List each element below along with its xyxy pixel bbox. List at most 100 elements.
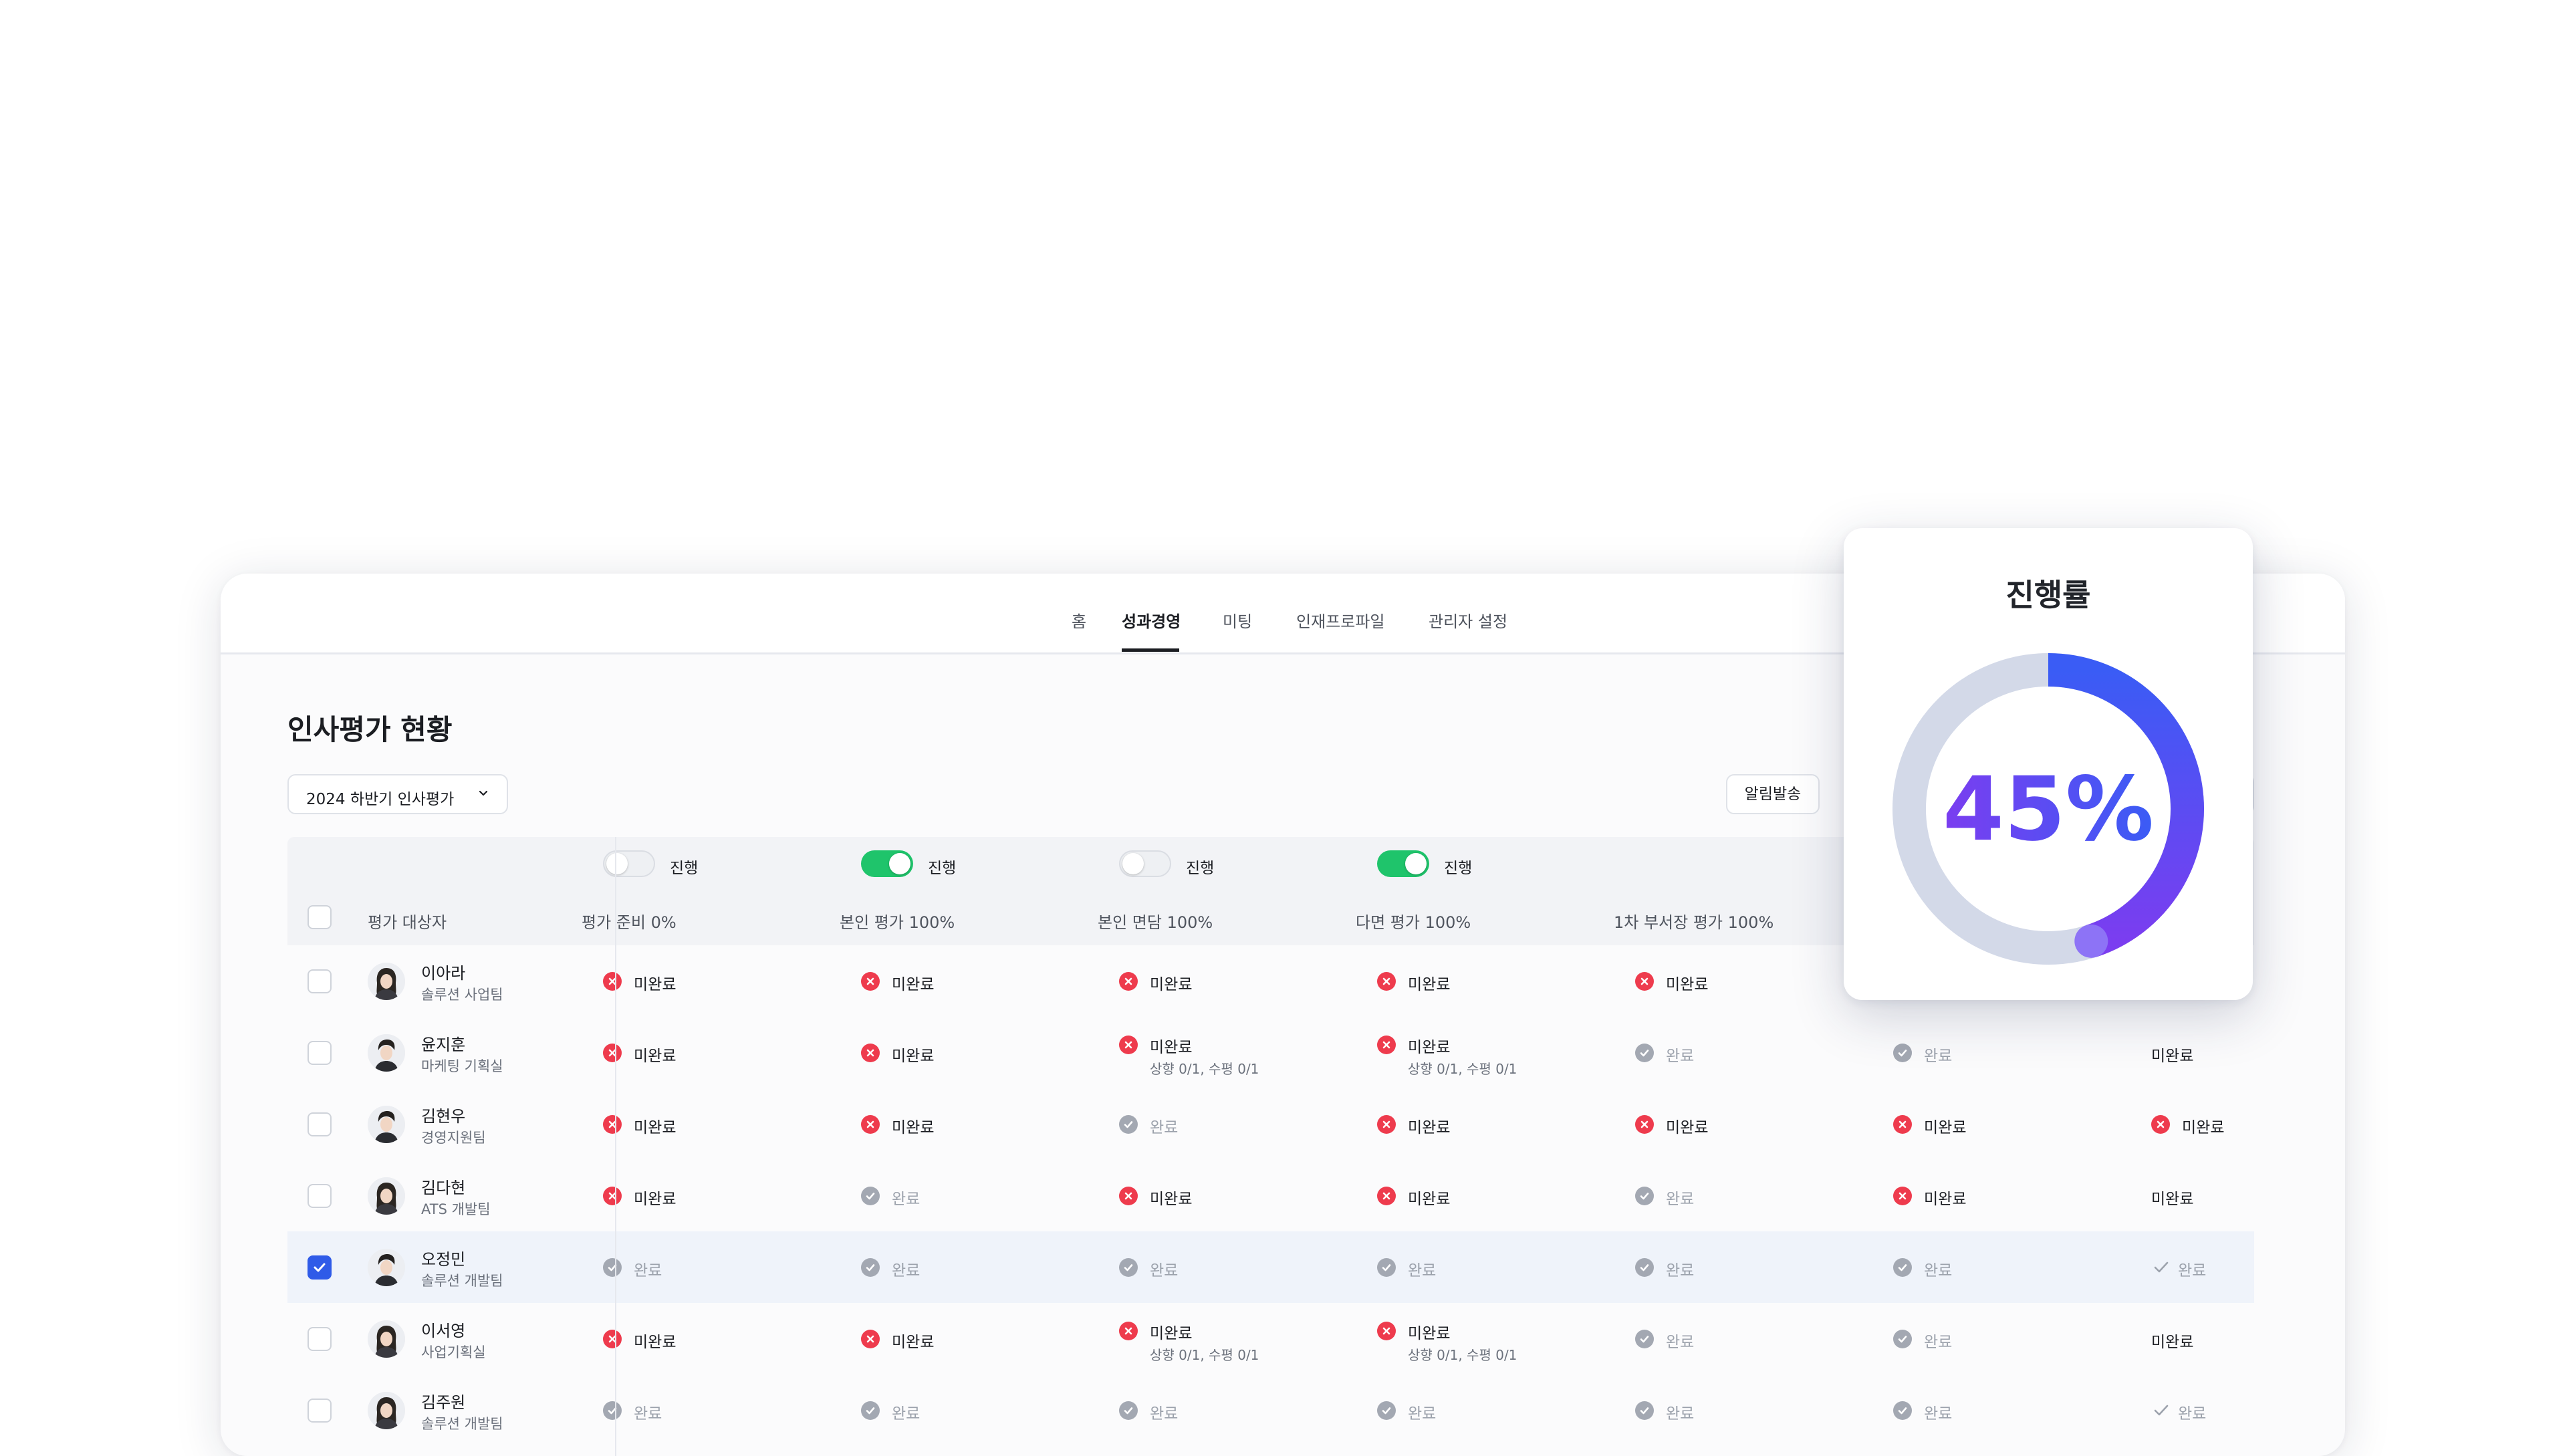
tab-performance[interactable]: 성과경영 [1122, 608, 1181, 632]
stage-header-4[interactable]: 다면 평가 100% [1356, 909, 1471, 933]
toggle-label: 진행 [1186, 860, 1215, 877]
send-notification-button[interactable]: 알림발송 [1726, 774, 1820, 814]
stage-header-3[interactable]: 본인 면담 100% [1098, 909, 1213, 933]
progress-card: 진행률 45% [1844, 528, 2253, 1000]
x-circle-icon [1377, 1115, 1396, 1134]
x-circle-icon [603, 1330, 622, 1348]
employee-name[interactable]: 이서영 [421, 1318, 465, 1341]
check-circle-icon [1893, 1044, 1912, 1062]
x-circle-icon [1119, 1187, 1138, 1205]
toggle-label: 진행 [670, 860, 699, 877]
x-circle-icon [2151, 1115, 2170, 1134]
toggle-switch[interactable] [861, 850, 913, 877]
x-circle-icon [1377, 972, 1396, 991]
chevron-down-icon [479, 790, 488, 796]
tab-home[interactable]: 홈 [1072, 608, 1086, 632]
employee-name[interactable]: 김다현 [421, 1175, 465, 1198]
status-label: 미완료 [1666, 1119, 1709, 1136]
tab-meeting[interactable]: 미팅 [1223, 608, 1252, 632]
row-checkbox[interactable] [308, 1184, 332, 1208]
table-row[interactable]: 이서영 사업기획실 미완료 미완료 미완료 상향 0/1, 수평 0/1 미완료 상향 0/1… [287, 1303, 2254, 1374]
x-circle-icon [1119, 1036, 1138, 1054]
toggle-switch[interactable] [1119, 850, 1171, 877]
row-checkbox[interactable] [308, 969, 332, 993]
stage-header-5[interactable]: 1차 부서장 평가 100% [1614, 909, 1774, 933]
status-detail: 상향 0/1, 수평 0/1 [1408, 1061, 1517, 1077]
status-label: 완료 [2178, 1405, 2207, 1423]
check-circle-icon [1635, 1330, 1654, 1348]
check-circle-icon [861, 1401, 880, 1420]
status-label: 미완료 [634, 1191, 677, 1208]
row-checkbox[interactable] [308, 1255, 332, 1280]
stage-header-1[interactable]: 평가 준비 0% [582, 909, 677, 933]
toggle-knob [1122, 853, 1144, 874]
x-circle-icon [603, 972, 622, 991]
status-label: 완료 [1666, 1048, 1695, 1065]
check-circle-icon [1893, 1401, 1912, 1420]
employee-name[interactable]: 오정민 [421, 1246, 465, 1269]
table-row[interactable]: 김주원 솔루션 개발팀 완료 완료 완료 완료 완료 완료 완료 [287, 1374, 2254, 1446]
check-circle-icon [1377, 1258, 1396, 1277]
toggle-label: 진행 [1444, 860, 1473, 877]
row-checkbox[interactable] [308, 1399, 332, 1423]
x-circle-icon [1119, 1322, 1138, 1340]
status-label: 미완료 [1150, 1325, 1193, 1342]
progress-knob [2074, 924, 2108, 958]
status-label: 완료 [1408, 1405, 1437, 1423]
employee-name[interactable]: 윤지훈 [421, 1032, 465, 1055]
table-row[interactable]: 오정민 솔루션 개발팀 완료 완료 완료 완료 완료 완료 완료 [287, 1231, 2254, 1303]
check-circle-icon [1893, 1330, 1912, 1348]
toggle-switch[interactable] [1377, 850, 1429, 877]
avatar [368, 1392, 405, 1429]
employee-department: 마케팅 기획실 [421, 1058, 503, 1074]
check-circle-icon [1635, 1187, 1654, 1205]
employee-name[interactable]: 이아라 [421, 960, 465, 983]
status-label: 완료 [1666, 1405, 1695, 1423]
x-circle-icon [603, 1187, 622, 1205]
employee-name[interactable]: 김주원 [421, 1389, 465, 1413]
period-select[interactable]: 2024 하반기 인사평가 [287, 774, 508, 814]
x-circle-icon [1377, 1187, 1396, 1205]
status-label: 완료 [1924, 1262, 1953, 1280]
status-label: 미완료 [1408, 1119, 1451, 1136]
status-label: 완료 [1666, 1191, 1695, 1208]
status-label: 미완료 [634, 976, 677, 993]
row-checkbox[interactable] [308, 1112, 332, 1136]
active-tab-indicator [1122, 648, 1179, 652]
status-label: 완료 [2178, 1262, 2207, 1280]
check-circle-icon [1635, 1258, 1654, 1277]
row-checkbox[interactable] [308, 1327, 332, 1351]
employee-name[interactable]: 김현우 [421, 1103, 465, 1126]
status-label: 완료 [634, 1405, 662, 1423]
check-icon [2154, 1261, 2169, 1273]
tab-talent-profile[interactable]: 인재프로파일 [1296, 608, 1384, 632]
stage-header-2[interactable]: 본인 평가 100% [840, 909, 955, 933]
status-label: 완료 [1150, 1262, 1179, 1280]
select-all-checkbox[interactable] [308, 905, 332, 929]
table-row[interactable]: 윤지훈 마케팅 기획실 미완료 미완료 미완료 상향 0/1, 수평 0/1 미완료 상향 0… [287, 1017, 2254, 1088]
x-circle-icon [1893, 1115, 1912, 1134]
status-label: 완료 [892, 1191, 921, 1208]
status-label: 미완료 [2151, 1334, 2194, 1351]
x-circle-icon [1119, 972, 1138, 991]
row-checkbox[interactable] [308, 1041, 332, 1065]
avatar [368, 1320, 405, 1358]
x-circle-icon [861, 972, 880, 991]
tab-admin-settings[interactable]: 관리자 설정 [1429, 608, 1507, 632]
table-row[interactable]: 김다현 ATS 개발팀 미완료 완료 미완료 미완료 완료 미완료 미완료 [287, 1160, 2254, 1231]
status-label: 미완료 [1150, 1191, 1193, 1208]
table-row[interactable]: 김현우 경영지원팀 미완료 미완료 완료 미완료 미완료 미완료 미완료 [287, 1088, 2254, 1160]
status-label: 완료 [1666, 1334, 1695, 1351]
toggle-switch[interactable] [603, 850, 655, 877]
status-label: 미완료 [2182, 1119, 2225, 1136]
status-label: 미완료 [892, 976, 935, 993]
x-circle-icon [1893, 1187, 1912, 1205]
status-label: 미완료 [892, 1048, 935, 1065]
status-label: 완료 [1150, 1119, 1179, 1136]
period-select-value: 2024 하반기 인사평가 [306, 791, 455, 808]
status-label: 미완료 [1150, 1039, 1193, 1056]
progress-percent: 45% [1943, 758, 2154, 861]
avatar [368, 1249, 405, 1286]
status-label: 미완료 [634, 1334, 677, 1351]
avatar [368, 1034, 405, 1072]
